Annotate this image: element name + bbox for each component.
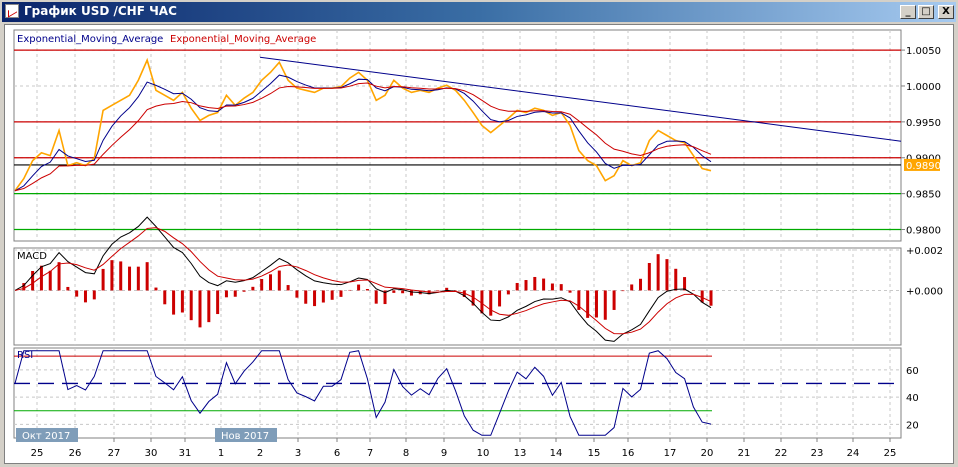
macd-tick-label: +0.002 bbox=[906, 246, 943, 257]
x-day-label: 2 bbox=[257, 448, 263, 459]
x-day-label: 13 bbox=[514, 448, 527, 459]
x-day-label: 23 bbox=[811, 448, 824, 459]
current-price-label: 0.9890 bbox=[906, 161, 941, 172]
x-day-label: 25 bbox=[884, 448, 897, 459]
month-label: Нов 2017 bbox=[221, 431, 269, 442]
price-tick-label: 0.9850 bbox=[906, 190, 941, 201]
x-day-label: 26 bbox=[69, 448, 82, 459]
x-day-label: 8 bbox=[403, 448, 409, 459]
x-day-label: 22 bbox=[775, 448, 788, 459]
x-day-label: 14 bbox=[550, 448, 563, 459]
x-day-label: 9 bbox=[441, 448, 447, 459]
x-day-label: 3 bbox=[295, 448, 301, 459]
legend-ema-slow: Exponential_Moving_Average bbox=[170, 34, 316, 45]
chart-svg[interactable]: 1.00501.00000.99500.99000.98500.98000.98… bbox=[0, 0, 958, 467]
legend-ema-fast: Exponential_Moving_Average bbox=[17, 34, 163, 45]
x-day-label: 16 bbox=[622, 448, 635, 459]
price-tick-label: 0.9800 bbox=[906, 226, 941, 237]
rsi-tick-label: 20 bbox=[906, 420, 919, 431]
x-day-label: 31 bbox=[179, 448, 192, 459]
x-day-label: 30 bbox=[145, 448, 158, 459]
price-tick-label: 1.0000 bbox=[906, 82, 941, 93]
month-label: Окт 2017 bbox=[22, 431, 70, 442]
x-day-label: 17 bbox=[664, 448, 677, 459]
rsi-tick-label: 60 bbox=[906, 366, 919, 377]
x-day-label: 6 bbox=[334, 448, 340, 459]
x-day-label: 20 bbox=[701, 448, 714, 459]
x-day-label: 27 bbox=[108, 448, 121, 459]
price-tick-label: 1.0050 bbox=[906, 46, 941, 57]
x-day-label: 15 bbox=[588, 448, 601, 459]
x-day-label: 25 bbox=[31, 448, 44, 459]
x-day-label: 24 bbox=[847, 448, 860, 459]
rsi-tick-label: 40 bbox=[906, 393, 919, 404]
x-day-label: 1 bbox=[218, 448, 224, 459]
x-day-label: 21 bbox=[738, 448, 751, 459]
macd-tick-label: +0.000 bbox=[906, 286, 943, 297]
x-day-label: 10 bbox=[477, 448, 490, 459]
price-tick-label: 0.9950 bbox=[906, 118, 941, 129]
macd-title: MACD bbox=[17, 251, 47, 262]
x-day-label: 7 bbox=[367, 448, 373, 459]
rsi-title: RSI bbox=[17, 350, 33, 361]
